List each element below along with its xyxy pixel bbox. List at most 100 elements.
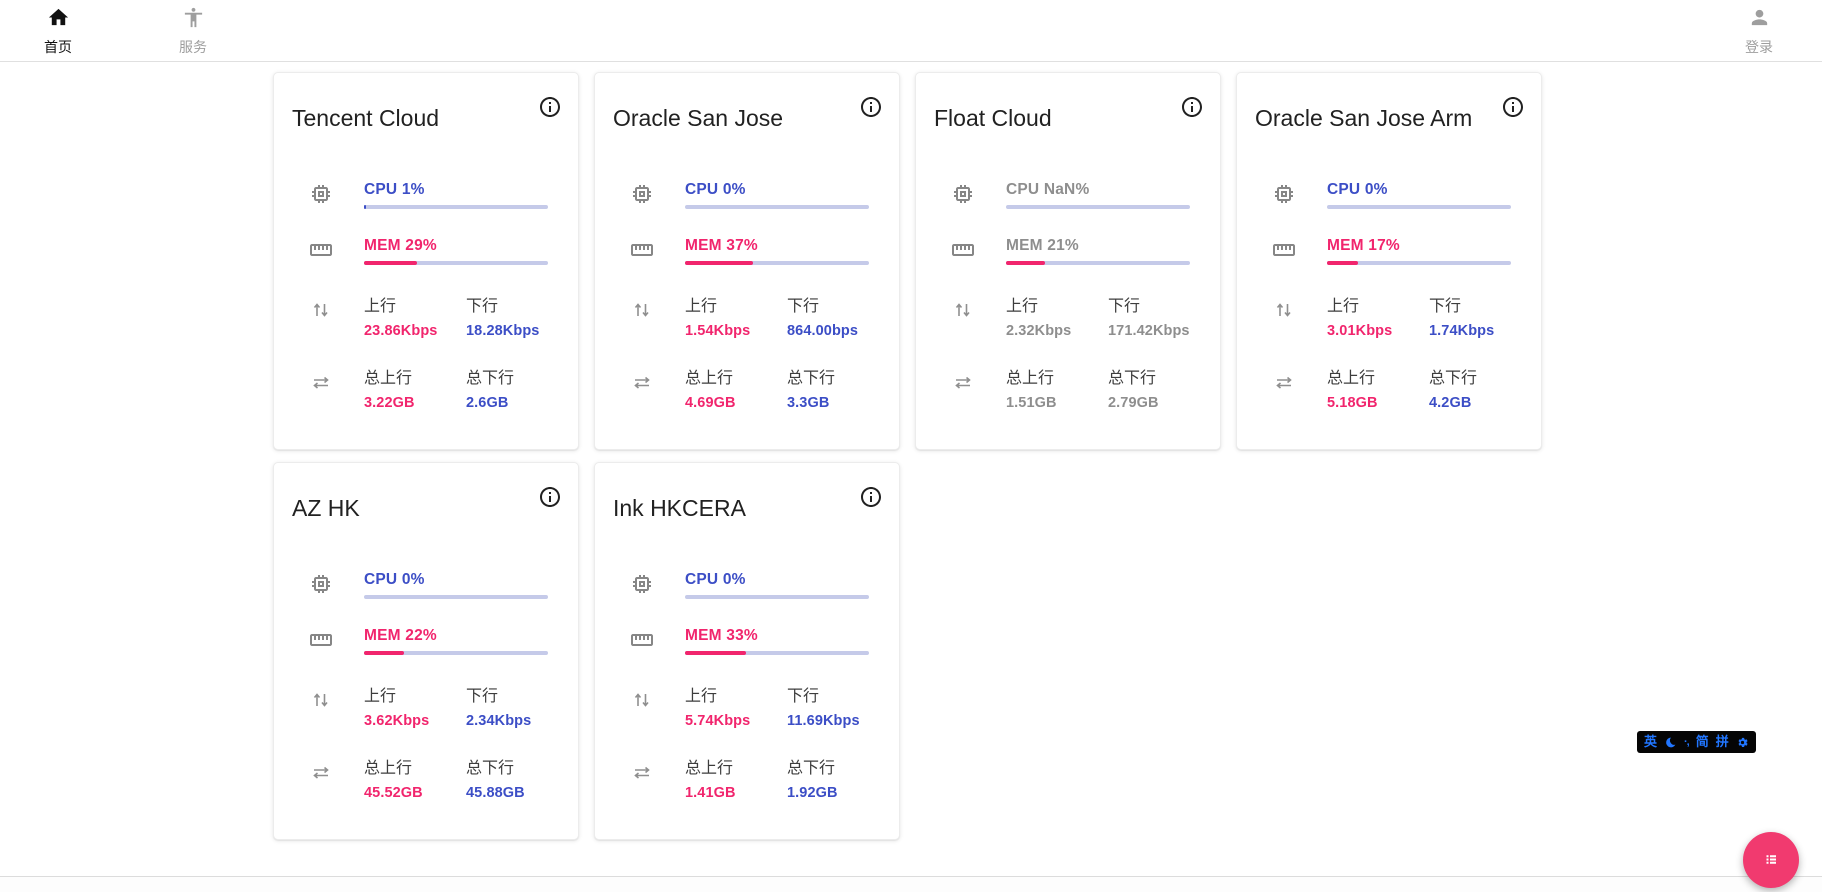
up-down-arrows-icon [630,688,654,717]
total-download-value: 1.92GB [787,785,889,801]
mem-row: MEM 29% [290,237,562,267]
total-row: 总上行 1.41GB 总下行 1.92GB [611,754,883,801]
ime-pinyin-button[interactable]: 拼 [1716,731,1729,753]
ime-halfwidth-moon-icon[interactable] [1664,736,1677,749]
download-value: 171.42Kbps [1108,323,1210,339]
cpu-progress-bar [685,205,869,209]
info-icon[interactable] [1180,95,1204,119]
cpu-progress-bar [685,595,869,599]
up-down-arrows-icon [951,298,975,327]
server-card: Oracle San Jose Arm CPU 0% MEM 17% [1236,72,1542,450]
cpu-chip-icon [309,182,333,211]
mem-progress-bar [685,261,869,265]
info-icon[interactable] [1501,95,1525,119]
info-icon[interactable] [538,95,562,119]
total-upload-value: 4.69GB [685,395,787,411]
server-list-fab[interactable] [1743,832,1799,888]
nav-home-label: 首页 [44,37,72,57]
ime-simplified-button[interactable]: 简 [1696,731,1709,753]
ime-settings-gear-icon[interactable] [1736,736,1749,749]
total-download-value: 4.2GB [1429,395,1531,411]
cpu-usage-label: CPU 0% [364,571,548,589]
swap-arrows-icon [630,760,654,789]
cpu-chip-icon [309,572,333,601]
speed-row: 上行 1.54Kbps 下行 864.00bps [611,292,883,339]
mem-progress-bar [364,651,548,655]
footer-divider [0,876,1822,892]
total-download-value: 2.79GB [1108,395,1210,411]
total-download-value: 45.88GB [466,785,568,801]
cpu-row: CPU 0% [1253,181,1525,211]
mem-usage-label: MEM 21% [1006,237,1190,255]
total-upload-value: 5.18GB [1327,395,1429,411]
mem-progress-bar [1327,261,1511,265]
server-name: Ink HKCERA [613,495,883,522]
person-icon [1748,6,1771,34]
info-icon[interactable] [538,485,562,509]
cpu-usage-label: CPU 0% [685,571,869,589]
mem-usage-label: MEM 22% [364,627,548,645]
swap-arrows-icon [1272,370,1296,399]
total-download-value: 2.6GB [466,395,568,411]
upload-value: 2.32Kbps [1006,323,1108,339]
up-down-arrows-icon [309,298,333,327]
upload-label: 上行 [364,682,466,706]
nav-login-label: 登录 [1745,37,1773,57]
total-upload-value: 45.52GB [364,785,466,801]
ime-language-button[interactable]: 英 [1644,731,1657,753]
card-grid: Tencent Cloud CPU 1% MEM 29% [273,72,1557,840]
nav-item-login[interactable]: 登录 [1729,6,1789,57]
server-name: Tencent Cloud [292,105,562,132]
cpu-chip-icon [1272,182,1296,211]
upload-value: 23.86Kbps [364,323,466,339]
mem-progress-fill [685,261,753,265]
total-upload-value: 3.22GB [364,395,466,411]
server-card: AZ HK CPU 0% MEM 22% [273,462,579,840]
total-download-label: 总下行 [1108,364,1210,388]
nav-item-home[interactable]: 首页 [28,6,88,57]
info-icon[interactable] [859,485,883,509]
cpu-usage-label: CPU 0% [1327,181,1511,199]
ime-punctuation-button[interactable]: ·, [1684,731,1689,753]
swap-arrows-icon [309,370,333,399]
cpu-usage-label: CPU NaN% [1006,181,1190,199]
memory-ruler-icon [1272,238,1296,267]
swap-arrows-icon [951,370,975,399]
download-label: 下行 [787,292,889,316]
accessibility-icon [182,6,205,34]
total-upload-value: 1.41GB [685,785,787,801]
download-value: 2.34Kbps [466,713,568,729]
mem-usage-label: MEM 37% [685,237,869,255]
total-download-label: 总下行 [466,754,568,778]
cpu-progress-bar [364,595,548,599]
speed-row: 上行 2.32Kbps 下行 171.42Kbps [932,292,1204,339]
home-icon [47,6,70,34]
memory-ruler-icon [951,238,975,267]
upload-label: 上行 [685,682,787,706]
mem-progress-fill [364,261,417,265]
memory-ruler-icon [309,238,333,267]
upload-value: 3.01Kbps [1327,323,1429,339]
info-icon[interactable] [859,95,883,119]
upload-value: 5.74Kbps [685,713,787,729]
cpu-progress-bar [1327,205,1511,209]
mem-progress-bar [685,651,869,655]
nav-item-services[interactable]: 服务 [163,6,223,57]
total-upload-label: 总上行 [685,364,787,388]
cpu-row: CPU NaN% [932,181,1204,211]
upload-value: 1.54Kbps [685,323,787,339]
download-value: 1.74Kbps [1429,323,1531,339]
total-upload-label: 总上行 [685,754,787,778]
total-row: 总上行 5.18GB 总下行 4.2GB [1253,364,1525,411]
mem-row: MEM 22% [290,627,562,657]
speed-row: 上行 3.62Kbps 下行 2.34Kbps [290,682,562,729]
server-card: Oracle San Jose CPU 0% MEM 37% [594,72,900,450]
server-name: Float Cloud [934,105,1204,132]
download-label: 下行 [1429,292,1531,316]
total-row: 总上行 3.22GB 总下行 2.6GB [290,364,562,411]
speed-row: 上行 3.01Kbps 下行 1.74Kbps [1253,292,1525,339]
app-bar: 首页 服务 登录 [0,0,1822,62]
download-label: 下行 [466,292,568,316]
mem-usage-label: MEM 29% [364,237,548,255]
server-card: Ink HKCERA CPU 0% MEM 33% [594,462,900,840]
